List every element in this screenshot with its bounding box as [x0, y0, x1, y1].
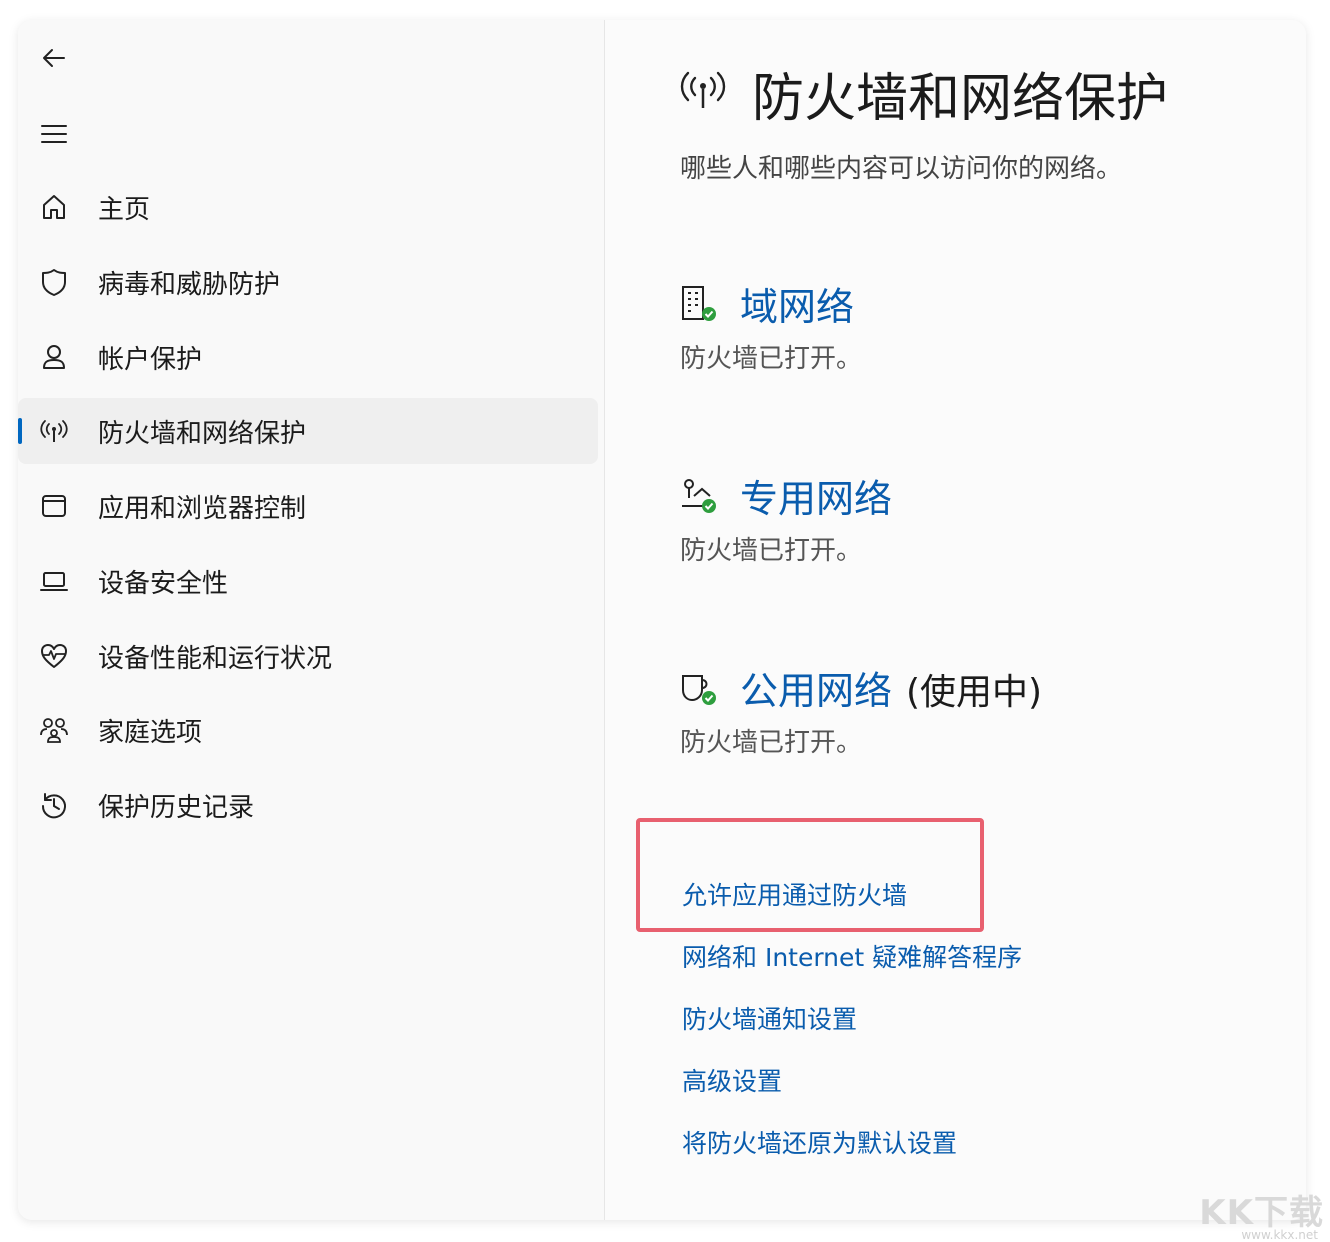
sidebar-item-label: 应用和浏览器控制: [98, 493, 307, 524]
network-name: 公用网络: [740, 669, 893, 713]
sidebar-item-firewall[interactable]: 防火墙和网络保护: [18, 398, 598, 464]
network-name: 专用网络: [740, 477, 893, 521]
restore-defaults-link[interactable]: 将防火墙还原为默认设置: [682, 1124, 957, 1160]
app-window: 主页 病毒和威胁防护 帐户保护 防火墙和网络保护 应用和浏览器控制 设备安全性 …: [18, 20, 1306, 1220]
antenna-icon: [680, 71, 726, 108]
app-window-icon: [38, 490, 70, 522]
account-icon: [38, 341, 70, 373]
arrow-left-icon: [43, 49, 65, 67]
sidebar-item-label: 设备性能和运行状况: [98, 643, 333, 674]
back-button[interactable]: [36, 40, 72, 76]
sidebar-item-label: 主页: [98, 194, 151, 225]
private-network-link[interactable]: 专用网络: [740, 468, 892, 523]
sidebar-item-label: 家庭选项: [98, 717, 203, 748]
watermark-url: www.kkx.net: [1241, 1228, 1318, 1242]
sidebar-item-virus-protection[interactable]: 病毒和威胁防护: [18, 249, 598, 315]
family-icon: [38, 714, 70, 746]
network-troubleshooter-link[interactable]: 网络和 Internet 疑难解答程序: [682, 938, 1022, 974]
main-content: 防火墙和网络保护 哪些人和哪些内容可以访问你的网络。 域网络 防火墙已打开。 专…: [604, 20, 1306, 1220]
network-status: 防火墙已打开。: [680, 344, 863, 374]
private-network-icon: [682, 479, 716, 513]
history-icon: [38, 789, 70, 821]
sidebar-item-device-health[interactable]: 设备性能和运行状况: [18, 623, 598, 689]
sidebar-item-label: 保护历史记录: [98, 792, 255, 823]
sidebar-item-home[interactable]: 主页: [18, 174, 598, 240]
sidebar-item-label: 防火墙和网络保护: [98, 418, 307, 449]
sidebar-item-label: 设备安全性: [98, 568, 229, 599]
advanced-settings-link[interactable]: 高级设置: [682, 1062, 782, 1098]
home-icon: [38, 191, 70, 223]
network-status: 防火墙已打开。: [680, 536, 863, 566]
in-use-label: (使用中): [906, 672, 1043, 713]
antenna-icon: [38, 415, 70, 447]
sidebar-item-label: 帐户保护: [98, 344, 203, 375]
highlight-annotation-box: [636, 818, 984, 932]
menu-button[interactable]: [36, 116, 72, 152]
page-subtitle: 哪些人和哪些内容可以访问你的网络。: [680, 154, 1123, 184]
sidebar-item-family[interactable]: 家庭选项: [18, 697, 598, 763]
sidebar-item-history[interactable]: 保护历史记录: [18, 772, 598, 838]
public-network-link[interactable]: 公用网络 (使用中): [740, 660, 1042, 715]
network-name: 域网络: [740, 285, 855, 329]
sidebar: 主页 病毒和威胁防护 帐户保护 防火墙和网络保护 应用和浏览器控制 设备安全性 …: [18, 20, 605, 1220]
firewall-notification-settings-link[interactable]: 防火墙通知设置: [682, 1000, 857, 1036]
heart-pulse-icon: [38, 640, 70, 672]
network-status: 防火墙已打开。: [680, 728, 863, 758]
domain-network-icon: [682, 286, 716, 321]
sidebar-item-app-browser[interactable]: 应用和浏览器控制: [18, 473, 598, 539]
laptop-icon: [38, 565, 70, 597]
sidebar-item-account[interactable]: 帐户保护: [18, 324, 598, 390]
sidebar-item-label: 病毒和威胁防护: [98, 269, 281, 300]
public-network-icon: [682, 675, 716, 705]
hamburger-icon: [41, 125, 67, 143]
shield-icon: [38, 266, 70, 298]
watermark: KK下载: [1199, 1193, 1324, 1233]
domain-network-link[interactable]: 域网络: [740, 276, 854, 331]
page-title: 防火墙和网络保护: [752, 69, 1169, 129]
sidebar-item-device-security[interactable]: 设备安全性: [18, 548, 598, 614]
